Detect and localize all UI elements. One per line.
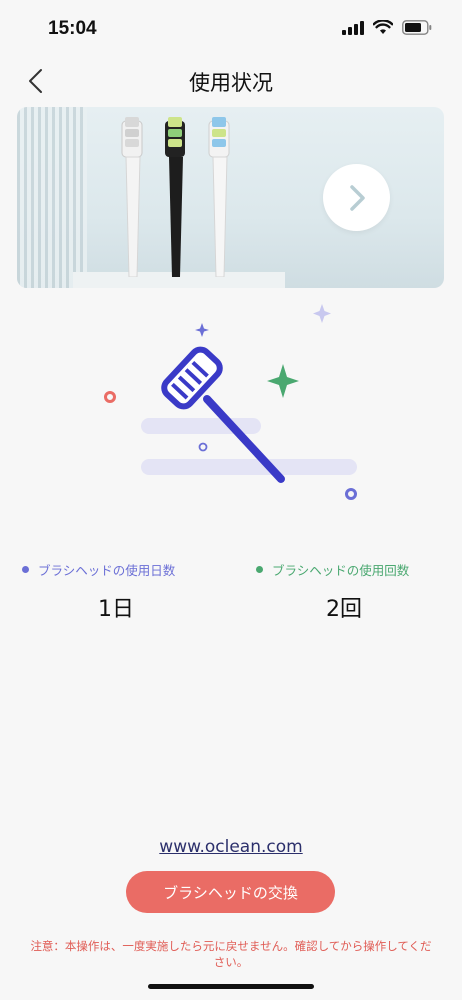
usage-count-value: 2回 [326, 597, 362, 622]
red-dot [104, 391, 116, 403]
status-time: 15:04 [48, 18, 97, 39]
green-sparkle [267, 364, 299, 398]
usage-days-label-text: ブラシヘッドの使用日数 [38, 563, 176, 578]
home-indicator[interactable] [148, 984, 314, 989]
white-color-brush-head [208, 117, 230, 277]
brush-head [161, 346, 223, 410]
light-sparkle [313, 304, 331, 323]
usage-days-dot [22, 566, 29, 573]
status-icons [342, 20, 432, 35]
usage-count-dot [256, 566, 263, 573]
nav-header: 使用状况 [0, 58, 462, 104]
usage-days-stat: ブラシヘッドの使用日数 1日 [22, 560, 253, 623]
cloud-line-bottom [141, 459, 357, 475]
chevron-right-icon [349, 184, 365, 211]
brush-illustration [104, 304, 357, 500]
usage-count-label-text: ブラシヘッドの使用回数 [272, 563, 410, 578]
usage-days-label: ブラシヘッドの使用日数 [22, 560, 253, 579]
usage-stats: ブラシヘッドの使用日数 1日 ブラシヘッドの使用回数 2回 [0, 560, 462, 630]
small-ring [198, 442, 208, 452]
banner-stripes [17, 107, 87, 288]
usage-count-stat: ブラシヘッドの使用回数 2回 [256, 560, 462, 623]
white-brush-head [121, 117, 143, 277]
cellular-signal-icon [342, 20, 364, 35]
small-sparkle [195, 323, 209, 337]
usage-days-value: 1日 [98, 597, 134, 622]
cloud-line-top [141, 418, 261, 434]
wifi-icon [373, 20, 393, 34]
page-title: 使用状况 [189, 71, 273, 95]
warning-note: 注意：本操作は、一度実施したら元に戻せません。確認してから操作してください。 [30, 939, 432, 969]
banner-next-button[interactable] [323, 164, 390, 231]
usage-count-label: ブラシヘッドの使用回数 [256, 560, 462, 579]
battery-icon [402, 20, 432, 35]
black-brush-head [165, 117, 185, 277]
status-bar: 15:04 [0, 0, 462, 58]
website-link[interactable]: www.oclean.com [0, 837, 462, 857]
product-banner[interactable] [17, 107, 444, 288]
replace-brush-head-button[interactable]: ブラシヘッドの交換 [126, 871, 335, 913]
blue-dot [345, 488, 357, 500]
